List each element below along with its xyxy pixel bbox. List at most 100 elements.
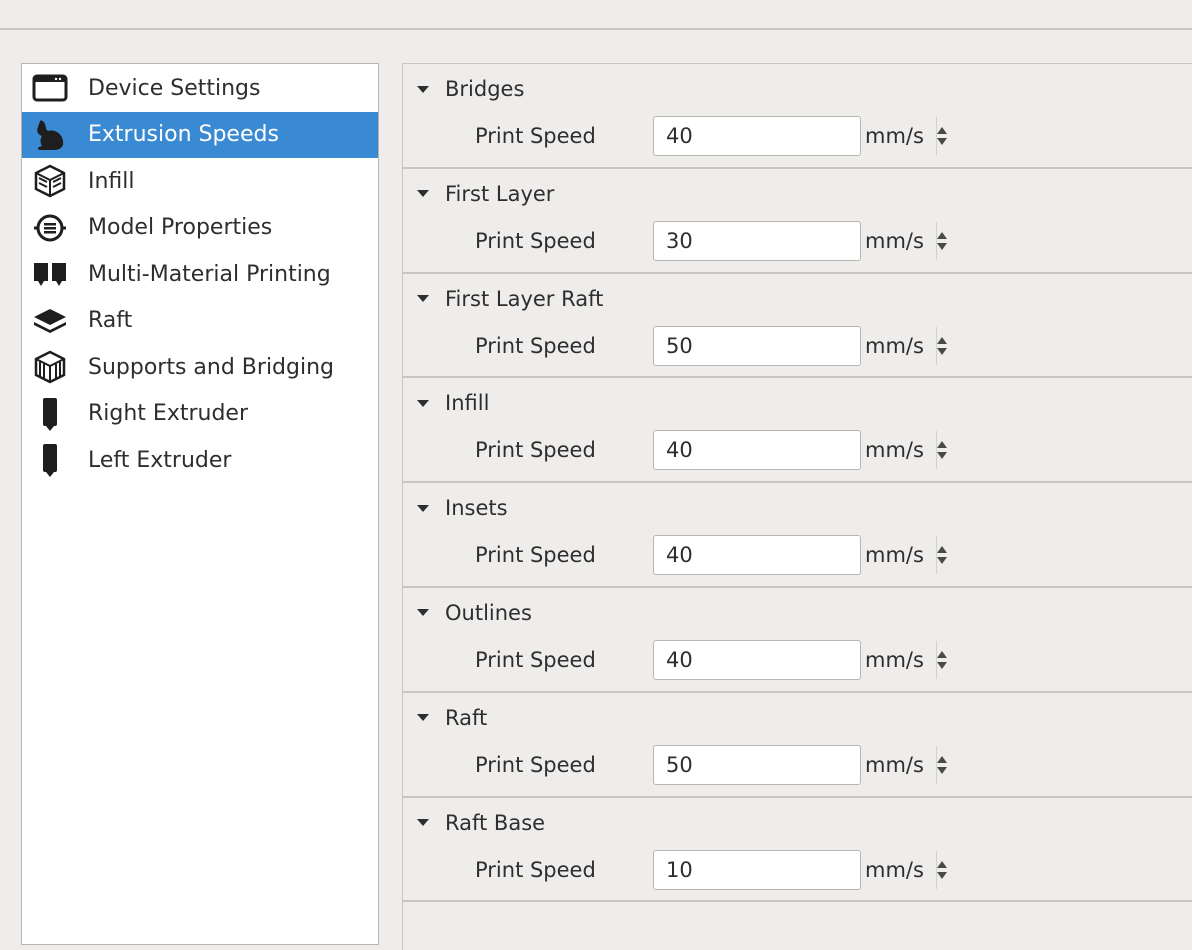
section-title: First Layer Raft xyxy=(445,286,604,311)
print-speed-input[interactable] xyxy=(654,536,936,575)
collapse-triangle-icon[interactable] xyxy=(417,504,429,512)
collapse-triangle-icon[interactable] xyxy=(417,819,429,827)
increment-arrow-icon[interactable] xyxy=(937,650,947,658)
sidebar-item-right-extruder[interactable]: Right Extruder xyxy=(22,391,378,438)
decrement-arrow-icon[interactable] xyxy=(937,557,947,565)
section-header-toggle[interactable]: Outlines xyxy=(417,598,532,628)
section-header-toggle[interactable]: Bridges xyxy=(417,74,524,104)
spin-arrows[interactable] xyxy=(936,431,947,470)
print-speed-input[interactable] xyxy=(654,117,936,155)
section-first-layer-raft: First Layer Raft Print Speed mm/s xyxy=(403,274,1192,379)
dual-extruder-icon xyxy=(30,256,70,292)
print-speed-spinbox[interactable] xyxy=(653,849,947,890)
section-first-layer: First Layer Print Speed mm/s xyxy=(403,169,1192,274)
spin-arrows[interactable] xyxy=(936,850,947,889)
sidebar-item-label: Raft xyxy=(88,308,133,334)
sidebar-item-supports-and-bridging[interactable]: Supports and Bridging xyxy=(22,344,378,391)
print-speed-input[interactable] xyxy=(654,221,936,260)
decrement-arrow-icon[interactable] xyxy=(937,871,947,879)
model-properties-icon xyxy=(30,210,70,246)
print-speed-input[interactable] xyxy=(654,640,936,679)
collapse-triangle-icon[interactable] xyxy=(417,190,429,198)
sidebar-item-left-extruder[interactable]: Left Extruder xyxy=(22,437,378,484)
section-title: Insets xyxy=(445,496,508,521)
print-speed-spinbox[interactable] xyxy=(653,639,947,680)
decrement-arrow-icon[interactable] xyxy=(937,347,947,355)
increment-arrow-icon[interactable] xyxy=(937,336,947,344)
section-header-toggle[interactable]: First Layer xyxy=(417,179,554,209)
increment-arrow-icon[interactable] xyxy=(937,860,947,868)
decrement-arrow-icon[interactable] xyxy=(937,452,947,460)
increment-arrow-icon[interactable] xyxy=(937,127,947,134)
print-speed-spinbox[interactable] xyxy=(653,535,947,576)
field-label: Print Speed xyxy=(475,647,596,672)
section-header-toggle[interactable]: Raft Base xyxy=(417,808,545,838)
section-title: Raft xyxy=(445,705,488,730)
sidebar-item-multi-material-printing[interactable]: Multi-Material Printing xyxy=(22,251,378,298)
spin-arrows[interactable] xyxy=(936,117,947,155)
increment-arrow-icon[interactable] xyxy=(937,546,947,554)
spin-arrows[interactable] xyxy=(936,536,947,575)
field-label: Print Speed xyxy=(475,228,596,253)
collapse-triangle-icon[interactable] xyxy=(417,399,429,407)
sidebar-item-model-properties[interactable]: Model Properties xyxy=(22,205,378,252)
spin-arrows[interactable] xyxy=(936,326,947,365)
sidebar-item-device-settings[interactable]: Device Settings xyxy=(22,65,378,112)
section-outlines: Outlines Print Speed mm/s xyxy=(403,588,1192,693)
print-speed-spinbox[interactable] xyxy=(653,220,947,261)
top-toolbar xyxy=(0,0,1192,30)
print-speed-spinbox[interactable] xyxy=(653,744,947,785)
collapse-triangle-icon[interactable] xyxy=(417,714,429,722)
print-speed-spinbox[interactable] xyxy=(653,116,947,156)
sidebar-item-infill[interactable]: Infill xyxy=(22,158,378,205)
sidebar-item-label: Infill xyxy=(88,168,135,194)
print-speed-input[interactable] xyxy=(654,326,936,365)
decrement-arrow-icon[interactable] xyxy=(937,661,947,669)
print-speed-row: Print Speed mm/s xyxy=(475,533,947,577)
decrement-arrow-icon[interactable] xyxy=(937,766,947,774)
section-title: Bridges xyxy=(445,77,525,101)
print-speed-input[interactable] xyxy=(654,850,936,889)
increment-arrow-icon[interactable] xyxy=(937,231,947,239)
spin-arrows[interactable] xyxy=(936,745,947,784)
field-label: Print Speed xyxy=(475,857,596,882)
collapse-triangle-icon[interactable] xyxy=(417,295,429,303)
section-raft: Raft Print Speed mm/s xyxy=(403,693,1192,798)
section-header-toggle[interactable]: Infill xyxy=(417,388,489,418)
spin-arrows[interactable] xyxy=(936,640,947,679)
print-speed-row: Print Speed mm/s xyxy=(475,428,947,472)
sidebar-item-raft[interactable]: Raft xyxy=(22,298,378,345)
sidebar-item-label: Supports and Bridging xyxy=(88,354,335,380)
section-header-toggle[interactable]: Raft xyxy=(417,703,487,733)
collapse-triangle-icon[interactable] xyxy=(417,609,429,617)
sidebar-item-extrusion-speeds[interactable]: Extrusion Speeds xyxy=(22,111,378,158)
section-raft-base: Raft Base Print Speed mm/s xyxy=(403,798,1192,903)
section-title: Outlines xyxy=(445,600,532,625)
extrusion-speeds-panel: Bridges Print Speed mm/s First Layer Pri… xyxy=(402,63,1192,950)
layers-icon xyxy=(30,303,70,339)
collapse-triangle-icon[interactable] xyxy=(417,85,429,93)
increment-arrow-icon[interactable] xyxy=(937,441,947,449)
print-speed-spinbox[interactable] xyxy=(653,325,947,366)
print-speed-row: Print Speed mm/s xyxy=(475,324,947,368)
increment-arrow-icon[interactable] xyxy=(937,755,947,763)
sidebar-item-label: Multi-Material Printing xyxy=(88,261,331,287)
print-speed-row: Print Speed mm/s xyxy=(475,114,947,158)
section-infill: Infill Print Speed mm/s xyxy=(403,378,1192,484)
section-header-toggle[interactable]: First Layer Raft xyxy=(417,284,603,314)
section-bridges: Bridges Print Speed mm/s xyxy=(403,64,1192,169)
section-title: Infill xyxy=(445,391,490,416)
spin-arrows[interactable] xyxy=(936,221,947,260)
field-label: Print Speed xyxy=(475,438,596,463)
settings-category-list[interactable]: Device Settings Extrusion Speeds Infill xyxy=(21,63,379,945)
section-header-toggle[interactable]: Insets xyxy=(417,493,508,523)
decrement-arrow-icon[interactable] xyxy=(937,138,947,145)
print-speed-row: Print Speed mm/s xyxy=(475,743,947,787)
section-title: First Layer xyxy=(445,181,555,206)
decrement-arrow-icon[interactable] xyxy=(937,242,947,250)
sidebar-item-label: Model Properties xyxy=(88,215,273,241)
print-speed-input[interactable] xyxy=(654,431,936,470)
print-speed-spinbox[interactable] xyxy=(653,430,947,471)
field-label: Print Speed xyxy=(475,124,596,148)
print-speed-input[interactable] xyxy=(654,745,936,784)
